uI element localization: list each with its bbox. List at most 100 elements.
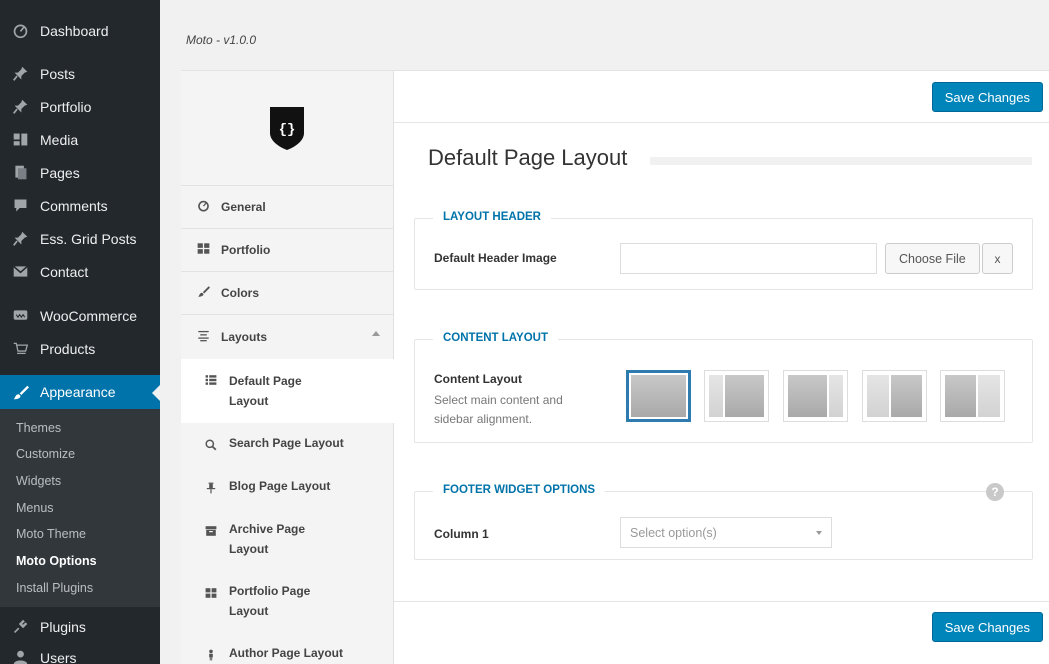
user-icon — [205, 647, 217, 664]
menu-appearance[interactable]: Appearance — [0, 375, 160, 409]
layout-header-section: LAYOUT HEADER Default Header Image Choos… — [414, 211, 1033, 290]
nav-label: General — [221, 200, 266, 214]
nav-portfolio[interactable]: Portfolio — [181, 229, 394, 272]
submenu-moto-options[interactable]: Moto Options — [16, 554, 97, 568]
column-1-select[interactable]: Select option(s) — [620, 517, 832, 548]
menu-products[interactable]: Products — [0, 332, 160, 365]
menu-comments[interactable]: Comments — [0, 189, 160, 222]
menu-label: Appearance — [40, 384, 116, 400]
mail-icon — [0, 263, 40, 280]
nav-general[interactable]: General — [181, 186, 394, 229]
section-legend: CONTENT LAYOUT — [433, 332, 558, 344]
save-changes-button-bottom[interactable]: Save Changes — [931, 612, 1043, 642]
pin-icon — [0, 230, 40, 247]
layout-option-left-sidebar[interactable] — [704, 370, 769, 422]
list-icon — [205, 372, 217, 392]
brush-icon — [197, 285, 221, 301]
menu-label: Contact — [40, 263, 89, 280]
nav-label: Layouts — [221, 329, 268, 344]
media-icon — [0, 131, 40, 148]
nav-colors[interactable]: Colors — [181, 272, 394, 315]
pin-icon — [205, 480, 217, 500]
sub-label: Default Page Layout — [229, 374, 302, 408]
shield-logo-icon: {} — [270, 107, 304, 150]
sub-blog-page-layout[interactable]: Blog Page Layout — [181, 476, 394, 496]
header-image-input[interactable] — [620, 243, 877, 274]
layout-option-right-sidebar[interactable] — [783, 370, 848, 422]
sub-search-page-layout[interactable]: Search Page Layout — [181, 433, 394, 453]
layout-side-block — [978, 375, 1000, 417]
page-title: Default Page Layout — [428, 145, 628, 170]
menu-contact[interactable]: Contact — [0, 255, 160, 288]
menu-label: Pages — [40, 164, 80, 181]
content-layout-label: Content Layout — [434, 372, 522, 386]
menu-dashboard[interactable]: Dashboard — [0, 14, 160, 47]
help-icon[interactable]: ? — [986, 483, 1004, 501]
align-center-icon — [197, 329, 221, 345]
dashboard-icon — [0, 22, 40, 39]
layout-option-full-width[interactable] — [626, 370, 691, 422]
grid-icon — [205, 585, 217, 605]
submenu-install-plugins[interactable]: Install Plugins — [16, 581, 93, 595]
clear-file-button[interactable]: x — [982, 243, 1013, 274]
layout-main-block — [631, 375, 686, 417]
menu-woocommerce[interactable]: WooCommerce — [0, 299, 160, 332]
nav-label: Colors — [221, 286, 260, 300]
sub-author-page-layout[interactable]: Author Page Layout — [181, 643, 394, 663]
menu-label: Dashboard — [40, 22, 109, 39]
title-divider — [650, 157, 1032, 165]
menu-plugins[interactable]: Plugins — [0, 610, 160, 643]
menu-ess-grid-posts[interactable]: Ess. Grid Posts — [0, 222, 160, 255]
menu-label: Comments — [40, 197, 108, 214]
search-icon — [205, 437, 217, 457]
submenu-themes[interactable]: Themes — [16, 421, 61, 435]
sub-default-page-layout[interactable]: Default Page Layout — [181, 359, 394, 423]
brush-icon — [0, 384, 40, 401]
page-icon — [0, 164, 40, 181]
layout-side-block — [867, 375, 889, 417]
layout-main-block — [945, 375, 976, 417]
content-layout-description: Select main content and sidebar alignmen… — [434, 393, 563, 426]
sub-label: Search Page Layout — [229, 436, 344, 450]
cart-icon — [0, 340, 40, 357]
plug-icon — [0, 618, 40, 635]
sub-label: Author Page Layout — [229, 646, 344, 660]
layout-option-right-sidebar-wide[interactable] — [940, 370, 1005, 422]
menu-label: Portfolio — [40, 98, 92, 115]
choose-file-button[interactable]: Choose File — [885, 243, 980, 274]
submenu-customize[interactable]: Customize — [16, 447, 75, 461]
chevron-down-icon — [816, 530, 822, 535]
pin-icon — [0, 98, 40, 115]
sub-label: Archive Page Layout — [229, 522, 306, 556]
menu-media[interactable]: Media — [0, 123, 160, 156]
menu-label: Media — [40, 131, 79, 148]
nav-layouts[interactable]: Layouts — [181, 315, 394, 358]
submenu-widgets[interactable]: Widgets — [16, 474, 61, 488]
menu-label: Posts — [40, 65, 76, 82]
menu-users[interactable]: Users — [0, 641, 160, 664]
sub-portfolio-page-layout[interactable]: Portfolio Page Layout — [181, 581, 351, 621]
submenu-moto-theme[interactable]: Moto Theme — [16, 527, 86, 541]
header-image-label: Default Header Image — [434, 251, 557, 265]
save-changes-button-top[interactable]: Save Changes — [931, 82, 1043, 112]
layout-option-left-sidebar-wide[interactable] — [862, 370, 927, 422]
admin-sidebar: Dashboard Posts Portfolio Media Pages Co… — [0, 0, 160, 664]
menu-posts[interactable]: Posts — [0, 57, 160, 90]
chevron-up-icon — [372, 331, 380, 336]
menu-portfolio[interactable]: Portfolio — [0, 90, 160, 123]
sub-archive-page-layout[interactable]: Archive Page Layout — [181, 519, 351, 559]
layout-side-block — [709, 375, 723, 417]
grid-icon — [197, 242, 221, 258]
options-nav: {} General Portfolio Colors Layouts Defa… — [181, 70, 394, 664]
column-1-label: Column 1 — [434, 527, 489, 541]
menu-label: WooCommerce — [40, 307, 137, 324]
submenu-menus[interactable]: Menus — [16, 501, 54, 515]
version-label: Moto - v1.0.0 — [186, 33, 257, 47]
sub-label: Portfolio Page Layout — [229, 584, 311, 618]
section-legend: LAYOUT HEADER — [433, 211, 551, 223]
menu-label: Products — [40, 340, 96, 357]
menu-label: Ess. Grid Posts — [40, 230, 137, 247]
content-layout-section: CONTENT LAYOUT Content Layout Select mai… — [414, 332, 1033, 443]
menu-pages[interactable]: Pages — [0, 156, 160, 189]
comment-icon — [0, 197, 40, 214]
